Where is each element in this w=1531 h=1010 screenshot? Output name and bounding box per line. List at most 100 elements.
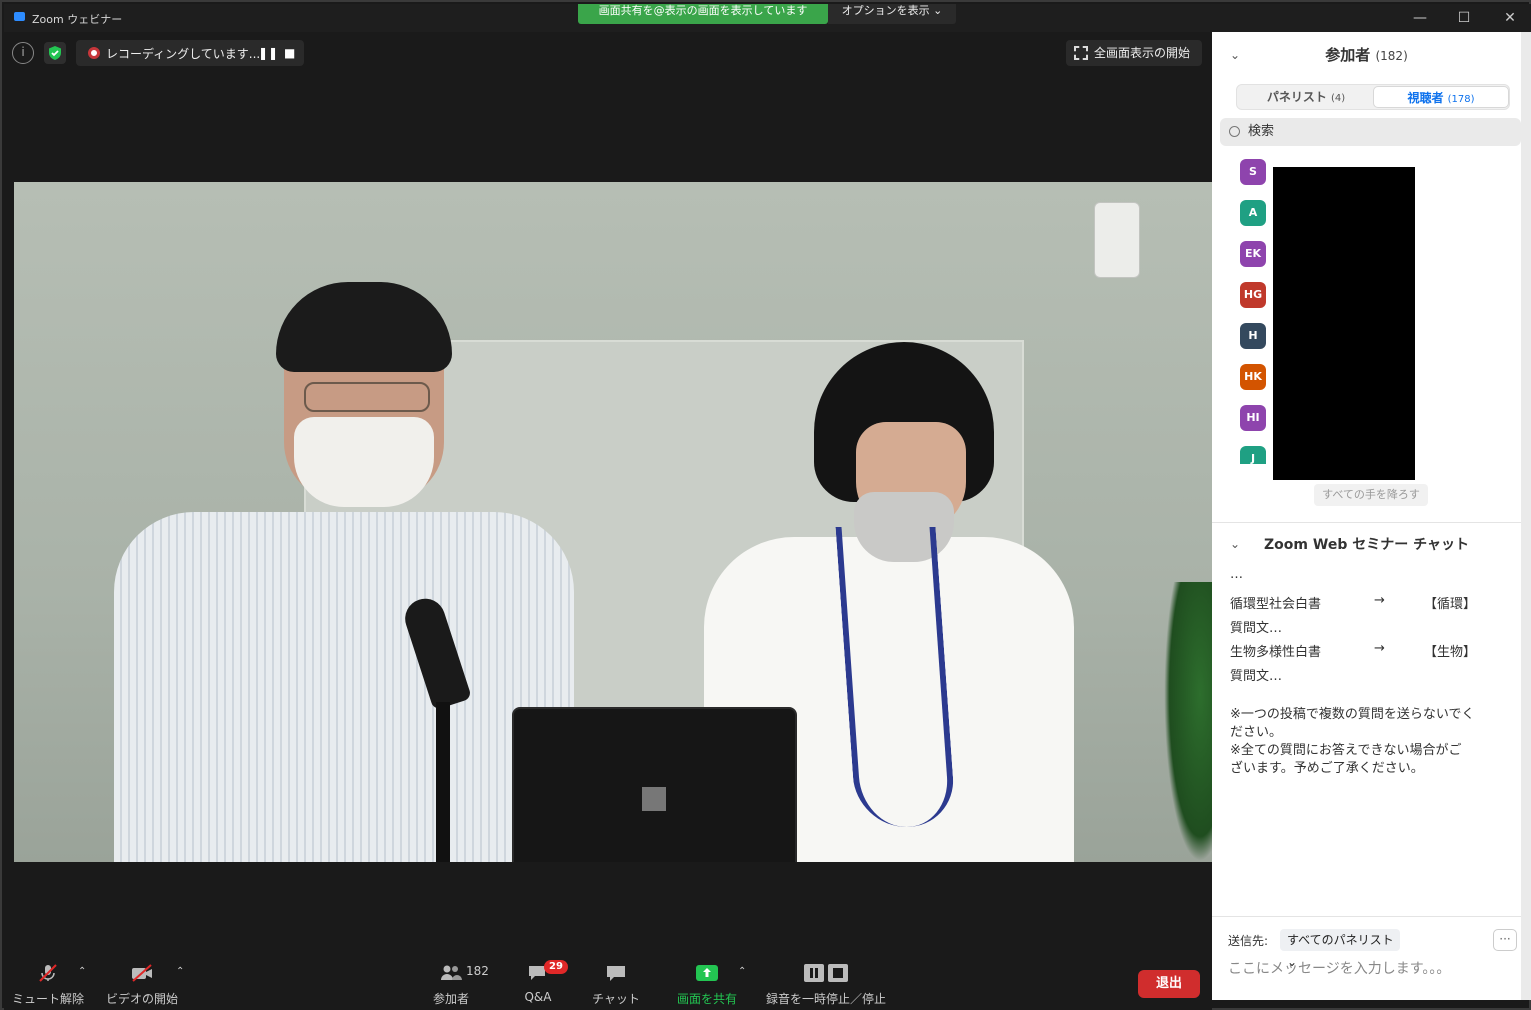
chat-note-2a: ※全ての質問にお答えできない場合がご [1230,743,1462,758]
participants-count: 182 [466,964,489,978]
chat-message-row2-left: 生物多様性白書 [1230,645,1322,660]
chat-message-row2-sub: 質問文… [1230,669,1283,684]
chat-message-row1-right: 【循環】 [1424,597,1477,612]
chat-message-row2-arrow: → [1374,641,1385,656]
meeting-toolbar: ミュート解除 ⌃ ビデオの開始 ⌃ 182 参加者 29 Q&A チャット 画面… [4,952,1212,1010]
chat-button[interactable]: チャット [590,952,642,1010]
send-to-dropdown[interactable]: すべてのパネリスト ⌄ [1280,929,1400,969]
search-placeholder: 検索 [1248,124,1275,139]
zoom-app-icon [14,12,25,21]
presenter-1-glasses [304,382,430,412]
participant-type-tabs: パネリスト (4) 視聴者 (178) [1236,84,1510,110]
security-shield-icon[interactable] [44,42,66,64]
minimize-button[interactable]: — [1408,8,1432,28]
send-to-label: 送信先: [1228,934,1269,948]
qa-button[interactable]: 29 Q&A [512,952,568,1010]
enter-fullscreen-button[interactable]: 全画面表示の開始 [1066,40,1202,66]
laptop [512,707,797,862]
chat-input-divider [1212,916,1521,917]
pause-stop-recording-label: 録音を一時停止／停止 [765,992,886,1006]
share-options-caret-icon[interactable]: ⌃ [738,966,746,977]
tab-attendees-label: 視聴者 [1407,91,1444,105]
leave-button[interactable]: 退出 [1138,970,1200,998]
participants-title-count: (182) [1375,49,1408,63]
chat-message-row1-left: 循環型社会白書 [1230,597,1322,612]
pause-stop-recording-button[interactable]: 録音を一時停止／停止 [758,952,894,1010]
pause-stop-recording-icon [804,964,848,982]
recording-indicator: レコーディングしています... ❚❚ ■ [76,40,304,66]
share-screen-button[interactable]: 画面を共有 [668,952,746,1010]
presenter-2-lanyard [835,527,957,827]
attendee-avatar: HK [1240,364,1266,390]
participants-label: 参加者 [432,992,469,1006]
chat-message-input[interactable]: ここにメッセージを入力します。。。 [1228,958,1508,982]
attendee-avatar: A [1240,200,1266,226]
participant-search-input[interactable]: 検索 [1220,118,1521,146]
presenter-1-body [114,512,574,862]
participants-button[interactable]: 182 参加者 [420,952,489,1010]
recording-status-text: レコーディングしています... [106,47,261,61]
chat-note-2b: ざいます。予めご了承ください。 [1230,761,1424,776]
chat-message-row1-sub: 質問文… [1230,621,1283,636]
chat-note-1a: ※一つの投稿で複数の質問を送らないでく [1230,707,1475,722]
start-video-label: ビデオの開始 [105,992,178,1006]
view-options-button[interactable]: オプションを表示 ⌄ [828,4,956,24]
chat-more-button[interactable]: ··· [1493,929,1517,951]
attendee-avatar: H [1240,323,1266,349]
screen-share-banner: 画面共有を@表示の画面を表示しています [578,4,828,24]
zoom-window: Zoom ウェビナー 画面共有を@表示の画面を表示しています オプションを表示 … [0,0,1531,1010]
attendee-avatar: S [1240,159,1266,185]
tab-panelists-count: (4) [1331,93,1346,104]
video-options-caret-icon[interactable]: ⌃ [176,966,184,977]
stop-recording-icon[interactable]: ■ [284,46,295,60]
chat-label: チャット [592,992,640,1006]
attendee-avatar: J [1240,446,1266,464]
chat-message-row2-right: 【生物】 [1424,645,1477,660]
panel-scrollbar[interactable] [1521,32,1531,1000]
speaker-video-feed [14,182,1212,862]
attendee-avatar: HG [1240,282,1266,308]
share-screen-icon [696,965,718,981]
window-title: Zoom ウェビナー [32,13,123,26]
search-icon [1229,126,1240,137]
close-window-button[interactable]: ✕ [1498,8,1522,28]
tab-attendees-count: (178) [1447,94,1475,105]
meeting-info-icon[interactable]: i [12,42,34,64]
chat-panel-title: Zoom Web セミナー チャット [1264,537,1469,553]
fullscreen-label: 全画面表示の開始 [1094,46,1191,60]
pause-recording-icon[interactable]: ❚❚ [258,46,278,60]
tab-attendees[interactable]: 視聴者 (178) [1373,86,1509,108]
tab-panelists-label: パネリスト [1266,90,1327,104]
start-video-button[interactable]: ビデオの開始 [104,952,180,1010]
participants-title-text: 参加者 [1325,46,1371,64]
chat-note-1b: ださい。 [1230,725,1283,740]
title-bar: Zoom ウェビナー 画面共有を@表示の画面を表示しています オプションを表示 … [4,4,1531,32]
presenter-1-hair [276,282,452,372]
video-letterbox-bottom [14,862,1212,962]
chat-message-ellipsis: … [1230,567,1243,582]
tab-panelists[interactable]: パネリスト (4) [1238,86,1374,108]
video-off-icon [132,964,152,982]
attendee-avatar: HI [1240,405,1266,431]
chat-message-row1-arrow: → [1374,593,1385,608]
laptop-logo [642,787,666,811]
panel-divider [1212,522,1521,523]
recording-dot-icon [88,47,100,59]
fullscreen-icon [1074,46,1088,60]
participants-panel-title: 参加者 (182) [1212,44,1521,65]
background-plant [1164,582,1212,862]
unmute-button[interactable]: ミュート解除 [4,952,92,1010]
share-screen-label: 画面を共有 [676,992,737,1006]
wall-outlet [1094,202,1140,278]
microphone-stand [436,702,450,862]
qa-label: Q&A [524,990,552,1004]
audio-options-caret-icon[interactable]: ⌃ [78,966,86,977]
side-panel: ⌄ 参加者 (182) パネリスト (4) 視聴者 (178) 検索 S A EK H… [1212,32,1521,1000]
microphone-muted-icon [39,964,57,982]
lower-all-hands-button[interactable]: すべての手を降ろす [1314,484,1428,506]
chat-icon [607,966,625,981]
maximize-button[interactable]: ☐ [1452,8,1476,28]
redacted-names-block [1273,167,1415,480]
qa-badge: 29 [544,960,568,974]
participants-icon [441,965,462,980]
